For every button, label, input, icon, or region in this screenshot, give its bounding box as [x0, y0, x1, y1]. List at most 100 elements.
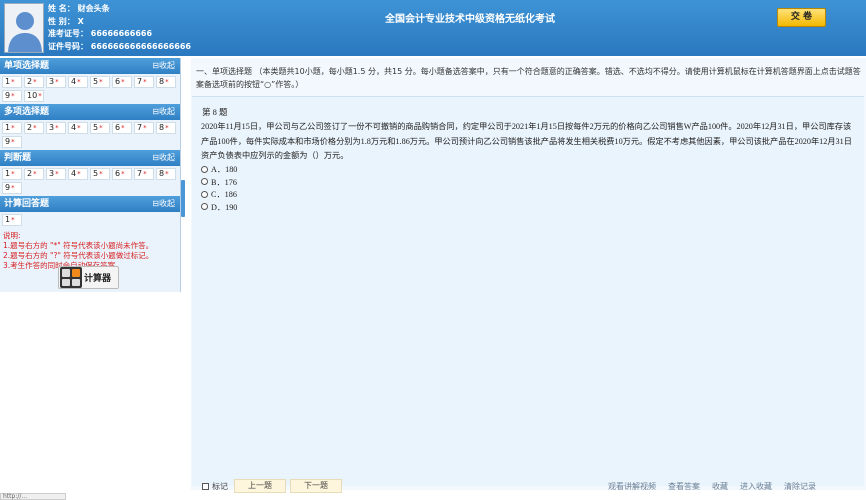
question-cell[interactable]: 6* — [112, 122, 132, 134]
question-grid: 1* 2* 3* 4* 5* 6* 7* 8* 9* 10* — [0, 74, 180, 104]
question-cell[interactable]: 8* — [156, 168, 176, 180]
instructions-note: 说明: 1.题号右方的 "*" 符号代表该小题尚未作答。 2.题号右方的 "?" 符… — [0, 228, 180, 271]
question-cell-number: 10 — [27, 91, 38, 100]
answer-option-label: D．190 — [211, 202, 238, 212]
answer-option[interactable]: C．186 — [201, 188, 237, 201]
unanswered-marker: * — [11, 170, 15, 178]
question-cell[interactable]: 5* — [90, 76, 110, 88]
question-cell[interactable]: 7* — [134, 76, 154, 88]
question-cell[interactable]: 4* — [68, 76, 88, 88]
submit-exam-button[interactable]: 交 卷 — [777, 8, 826, 27]
section-instructions: 一、单项选择题 （本类题共10小题，每小题1.5 分，共15 分。每小题备选答案… — [196, 67, 861, 89]
mark-checkbox[interactable]: 标记 — [202, 481, 228, 492]
question-cell[interactable]: 4* — [68, 122, 88, 134]
footer-toolbar: 标记 上一题 下一题 观看讲解视频 查看答案 收藏 进入收藏 清除记录 — [191, 478, 866, 494]
question-cell[interactable]: 9* — [2, 90, 22, 102]
footer-link[interactable]: 收藏 — [712, 481, 728, 492]
footer-link[interactable]: 观看讲解视频 — [608, 481, 656, 492]
question-cell[interactable]: 1* — [2, 168, 22, 180]
question-cell-number: 4 — [71, 123, 77, 132]
question-cell-number: 6 — [115, 77, 121, 86]
candidate-gender: 性 别： X — [48, 16, 84, 26]
question-cell[interactable]: 7* — [134, 168, 154, 180]
calculator-icon — [60, 267, 82, 288]
unanswered-marker: * — [121, 170, 125, 178]
answer-option[interactable]: A．180 — [201, 163, 237, 176]
footer-link[interactable]: 查看答案 — [668, 481, 700, 492]
status-bar: http://... — [0, 493, 66, 500]
question-navigator: 单项选择题 ⊟收起 1* 2* 3* 4* 5* 6* 7* 8* 9* 10* 多项选择题 ⊟收起 1* 2… — [0, 58, 181, 292]
next-question-button[interactable]: 下一题 — [290, 479, 342, 493]
question-content: 第 8 题 2020年11月15日，甲公司与乙公司签订了一份不可撤销的商品购销合… — [192, 96, 864, 486]
footer-link[interactable]: 进入收藏 — [740, 481, 772, 492]
answer-option[interactable]: B．176 — [201, 176, 237, 189]
question-cell[interactable]: 7* — [134, 122, 154, 134]
question-cell[interactable]: 6* — [112, 168, 132, 180]
question-cell-number: 5 — [93, 169, 99, 178]
question-cell[interactable]: 9* — [2, 182, 22, 194]
unanswered-marker: * — [33, 170, 37, 178]
radio-button-icon[interactable] — [201, 165, 208, 173]
question-grid: 1* 2* 3* 4* 5* 6* 7* 8* 9* — [0, 166, 180, 196]
question-cell[interactable]: 8* — [156, 122, 176, 134]
question-cell[interactable]: 3* — [46, 168, 66, 180]
question-grid: 1* 2* 3* 4* 5* 6* 7* 8* 9* — [0, 120, 180, 150]
question-cell-number: 6 — [115, 169, 121, 178]
question-cell[interactable]: 4* — [68, 168, 88, 180]
section-header: 计算回答题 ⊟收起 — [0, 196, 180, 212]
prev-question-button[interactable]: 上一题 — [234, 479, 286, 493]
candidate-avatar — [4, 3, 44, 53]
question-cell-number: 1 — [5, 215, 11, 224]
sidebar-toggle-handle[interactable] — [181, 180, 185, 217]
question-cell[interactable]: 5* — [90, 168, 110, 180]
question-cell-number: 1 — [5, 123, 11, 132]
collapse-button[interactable]: ⊟收起 — [152, 104, 175, 120]
question-number: 第 8 题 — [202, 107, 228, 117]
note-line: 说明: — [3, 231, 21, 240]
question-cell[interactable]: 1* — [2, 76, 22, 88]
question-grid: 1* — [0, 212, 180, 228]
question-cell[interactable]: 1* — [2, 122, 22, 134]
question-panel: 一、单项选择题 （本类题共10小题，每小题1.5 分，共15 分。每小题备选答案… — [191, 58, 866, 490]
question-cell[interactable]: 10* — [24, 90, 44, 102]
collapse-button[interactable]: ⊟收起 — [152, 150, 175, 166]
question-cell[interactable]: 6* — [112, 76, 132, 88]
answer-options: A．180 B．176 C．186 D．190 — [201, 163, 237, 213]
question-cell-number: 6 — [115, 123, 121, 132]
question-cell[interactable]: 5* — [90, 122, 110, 134]
collapse-button[interactable]: ⊟收起 — [152, 196, 175, 212]
radio-button-icon[interactable] — [201, 203, 208, 211]
question-cell-number: 9 — [5, 91, 11, 100]
unanswered-marker: * — [143, 170, 147, 178]
question-cell[interactable]: 3* — [46, 76, 66, 88]
question-cell-number: 8 — [159, 77, 165, 86]
question-cell-number: 2 — [27, 123, 33, 132]
question-cell-number: 3 — [49, 169, 55, 178]
radio-button-icon[interactable] — [201, 178, 208, 186]
question-cell-number: 9 — [5, 137, 11, 146]
candidate-name: 姓 名： 财会头条 — [48, 4, 110, 13]
unanswered-marker: * — [33, 124, 37, 132]
question-cell[interactable]: 1* — [2, 214, 22, 226]
question-cell[interactable]: 3* — [46, 122, 66, 134]
unanswered-marker: * — [121, 124, 125, 132]
unanswered-marker: * — [38, 92, 42, 100]
unanswered-marker: * — [11, 124, 15, 132]
section-title: 多项选择题 — [4, 107, 50, 117]
candidate-ticket-number: 准考证号： 66666666666 — [48, 29, 153, 38]
section-title: 单项选择题 — [4, 61, 50, 71]
answer-option[interactable]: D．190 — [201, 201, 237, 214]
question-cell-number: 5 — [93, 77, 99, 86]
unanswered-marker: * — [121, 78, 125, 86]
calculator-button[interactable]: 计算器 — [58, 266, 119, 289]
checkbox-icon — [202, 483, 209, 490]
unanswered-marker: * — [11, 138, 15, 146]
collapse-button[interactable]: ⊟收起 — [152, 58, 175, 74]
radio-button-icon[interactable] — [201, 190, 208, 198]
question-cell[interactable]: 2* — [24, 168, 44, 180]
question-cell[interactable]: 2* — [24, 76, 44, 88]
footer-link[interactable]: 清除记录 — [784, 481, 816, 492]
question-cell[interactable]: 9* — [2, 136, 22, 148]
question-cell[interactable]: 2* — [24, 122, 44, 134]
question-cell[interactable]: 8* — [156, 76, 176, 88]
